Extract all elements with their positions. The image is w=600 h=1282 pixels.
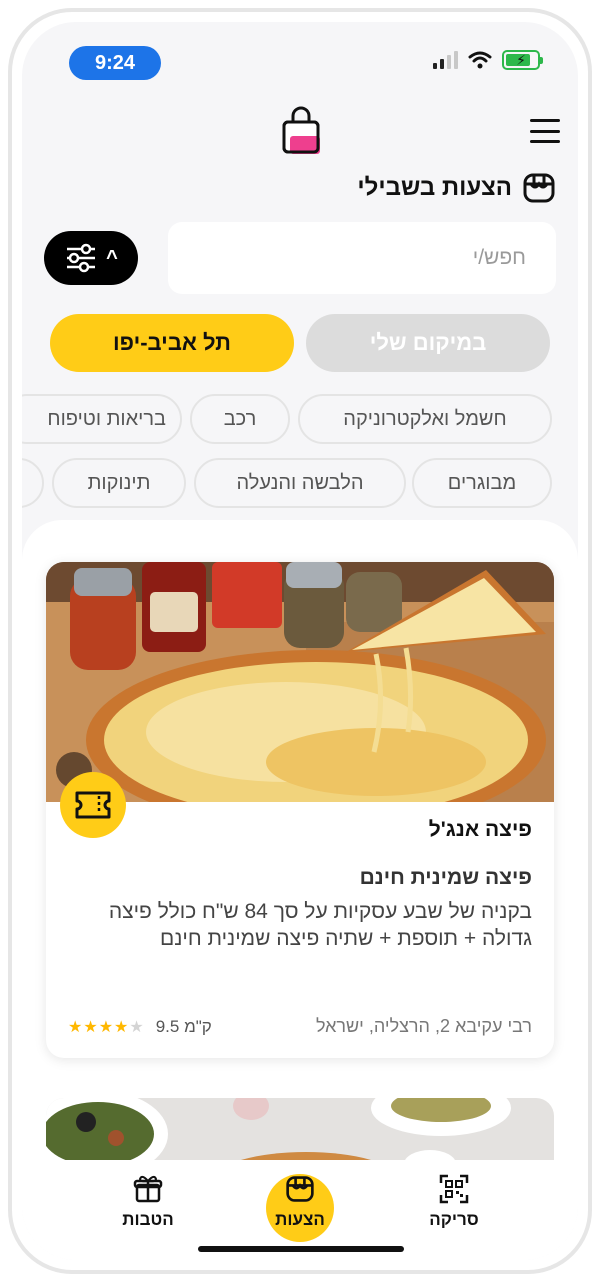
tab-offers[interactable]: הצעות [250, 1174, 350, 1230]
city-button[interactable]: תל אביב-יפו [50, 314, 294, 372]
offer-meta: ★ ★ ★ ★ ★ 9.5 ק"מ [68, 1017, 212, 1037]
offer-image-pizza [46, 562, 554, 802]
offer-card-body: פיצה אנג'ל פיצה שמינית חינם בקניה של שבע… [70, 812, 532, 953]
category-chip[interactable]: תינוקות [52, 458, 186, 508]
category-chip[interactable]: הלבשה והנעלה [194, 458, 406, 508]
rating-stars: ★ ★ ★ ★ ★ [68, 1017, 144, 1037]
category-chip[interactable]: מבוגרים [412, 458, 552, 508]
offer-description: בקניה של שבע עסקיות על סך 84 ש"ח כולל פי… [108, 900, 532, 951]
distance: 9.5 ק"מ [155, 1016, 212, 1036]
phone-frame: 9:24 ⚡ הצעות בשבילי חפש/י ^ במיקום שלי ת… [8, 8, 592, 1274]
filter-toggle-button[interactable]: ^ [44, 231, 138, 285]
app-screen: 9:24 ⚡ הצעות בשבילי חפש/י ^ במיקום שלי ת… [22, 22, 578, 1260]
tab-benefits-label: הטבות [122, 1210, 174, 1229]
bottom-navigation: הטבות הצעות סריקה [22, 1160, 578, 1260]
battery-charging-icon: ⚡ [502, 50, 543, 70]
store-icon [286, 1176, 314, 1202]
tab-scan[interactable]: סריקה [404, 1174, 504, 1230]
gift-icon [133, 1175, 163, 1203]
chevron-up-icon: ^ [106, 246, 118, 269]
tab-offers-label: הצעות [275, 1210, 325, 1229]
wifi-icon [468, 51, 492, 69]
offer-card[interactable]: פיצה אנג'ל פיצה שמינית חינם בקניה של שבע… [46, 562, 554, 1058]
sliders-icon [67, 243, 96, 273]
cellular-signal-icon [433, 51, 458, 69]
qr-scan-icon [439, 1174, 469, 1204]
category-chip[interactable]: בריאות וטיפוח [22, 394, 182, 444]
tab-scan-label: סריקה [429, 1210, 479, 1229]
category-chips-row-1: חשמל ואלקטרוניקה רכב בריאות וטיפוח [22, 394, 578, 444]
home-indicator [198, 1246, 404, 1252]
offer-card-footer: ★ ★ ★ ★ ★ 9.5 ק"מ רבי עקיבא 2, הרצליה, ישראל [68, 1016, 532, 1037]
category-chip[interactable]: חשמל ואלקטרוניקה [298, 394, 552, 444]
location-toggle: במיקום שלי תל אביב-יפו [50, 314, 550, 372]
star-empty-icon: ★ [129, 1018, 144, 1036]
tab-benefits[interactable]: הטבות [98, 1174, 198, 1230]
hamburger-menu-button[interactable] [530, 119, 560, 143]
category-chips-row-2: מבוגרים הלבשה והנעלה תינוקות [22, 458, 578, 508]
star-filled-icon: ★ [98, 1018, 114, 1036]
store-icon [523, 173, 555, 203]
category-chip[interactable]: רכב [190, 394, 290, 444]
section-title-text: הצעות בשבילי [357, 174, 512, 201]
search-input[interactable]: חפש/י [168, 222, 556, 294]
app-logo-bag-icon [282, 106, 320, 154]
business-name: פיצה אנג'ל [428, 818, 532, 841]
offers-panel: פיצה אנג'ל פיצה שמינית חינם בקניה של שבע… [22, 520, 578, 1260]
offer-title: פיצה שמינית חינם [359, 866, 532, 889]
status-time: 9:24 [69, 46, 161, 80]
star-filled-icon: ★ [114, 1018, 129, 1036]
status-icons: ⚡ [433, 50, 543, 70]
section-title: הצעות בשבילי [357, 172, 556, 204]
my-location-button[interactable]: במיקום שלי [306, 314, 550, 372]
star-filled-icon: ★ [68, 1018, 83, 1036]
address: רבי עקיבא 2, הרצליה, ישראל [315, 1016, 532, 1036]
category-chip-partial[interactable] [22, 458, 44, 508]
star-filled-icon: ★ [83, 1018, 98, 1036]
